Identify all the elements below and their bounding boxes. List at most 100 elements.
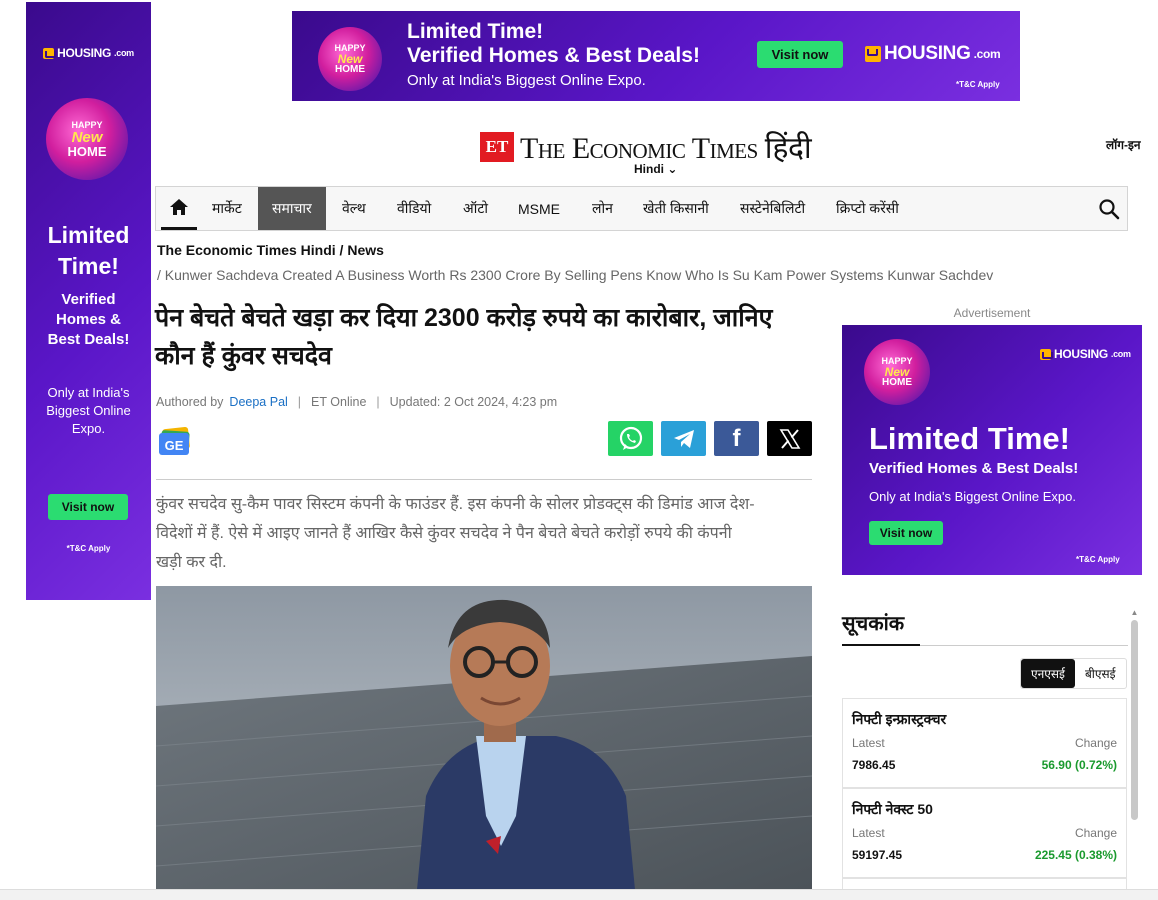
whatsapp-icon[interactable] [608, 421, 653, 456]
happy-new-home-badge: HAPPY New HOME [46, 98, 128, 180]
badge-line-2: New [337, 51, 363, 66]
scroll-up-arrow-icon[interactable]: ▲ [1130, 608, 1139, 617]
housing-logo-suffix: .com [1110, 349, 1131, 359]
facebook-glyph: f [732, 424, 741, 452]
author-link[interactable]: Deepa Pal [229, 395, 287, 409]
breadcrumb-section[interactable]: News [347, 242, 384, 258]
ad-headline: Limited Time! [47, 222, 130, 279]
article-summary: कुंवर सचदेव सु-कैम पावर सिस्टम कंपनी के … [156, 496, 755, 571]
top-banner-ad[interactable]: HAPPY New HOME Limited Time! Verified Ho… [292, 11, 1020, 101]
latest-label: Latest [852, 826, 885, 840]
exchange-tabs: एनएसई बीएसई [1020, 658, 1127, 689]
change-label: Change [1074, 826, 1117, 840]
article-hero-image [156, 586, 812, 900]
tc-apply: *T&C Apply [1076, 555, 1120, 564]
index-card[interactable]: निफ्टी इन्फ्रास्ट्रक्चर Latest Change 79… [842, 698, 1127, 788]
google-news-label: GE [165, 438, 184, 453]
tc-apply: *T&C Apply [66, 544, 111, 553]
banner-line-2: Verified Homes & Best Deals! [407, 44, 700, 67]
visit-now-button[interactable]: Visit now [48, 494, 128, 520]
login-link[interactable]: लॉग-इन [1106, 136, 1141, 153]
facebook-icon[interactable]: f [714, 421, 759, 456]
edition-selector[interactable]: Hindi ⌄ [634, 162, 677, 176]
ad-small-text: Only at India's Biggest Online Expo. [869, 489, 1076, 504]
visit-now-button[interactable]: Visit now [757, 41, 843, 68]
happy-new-home-badge: HAPPY New HOME [318, 27, 382, 91]
et-logo-box: ET [480, 131, 514, 162]
latest-value: 7986.45 [852, 758, 896, 772]
nav-item-auto[interactable]: ऑटो [463, 187, 488, 230]
banner-line-3: Only at India's Biggest Online Expo. [407, 72, 646, 89]
right-rectangle-ad[interactable]: HAPPY New HOME HOUSING .com Limited Time!… [842, 325, 1142, 575]
index-name: निफ्टी इन्फ्रास्ट्रक्चर [852, 711, 947, 727]
meta-divider: | [376, 395, 380, 409]
badge-line-2: New [884, 364, 910, 379]
nav-item-news[interactable]: समाचार [258, 187, 326, 230]
main-nav: मार्केट समाचार वेल्थ वीडियो ऑटो MSME लोन… [155, 186, 1128, 231]
google-news-icon[interactable]: GE [157, 426, 195, 457]
housing-house-icon [1040, 348, 1053, 360]
housing-logo-text: HOUSING [1054, 347, 1108, 361]
scrollbar-thumb[interactable] [1131, 620, 1138, 820]
indices-scrollbar[interactable]: ▲ [1130, 608, 1139, 900]
page-bottom-strip [0, 889, 1158, 900]
index-card[interactable]: निफ्टी नेक्स्ट 50 Latest Change 59197.45… [842, 788, 1127, 878]
article-meta: Authored by Deepa Pal | ET Online | Upda… [156, 395, 557, 409]
breadcrumb-separator: / [157, 267, 165, 283]
nav-item-msme[interactable]: MSME [518, 187, 560, 230]
badge-line-3: HOME [882, 376, 912, 388]
meta-divider: | [297, 395, 302, 409]
tab-nse[interactable]: एनएसई [1021, 659, 1075, 688]
ad-subheadline: Verified Homes & Best Deals! [47, 291, 130, 348]
breadcrumb-home[interactable]: The Economic Times Hindi [157, 242, 336, 258]
breadcrumb: The Economic Times Hindi / News [157, 242, 384, 258]
latest-value: 59197.45 [852, 848, 903, 862]
housing-logo: HOUSING .com [1040, 347, 1131, 361]
latest-label: Latest [852, 736, 885, 750]
article-source: ET Online [311, 395, 367, 409]
nav-item-crypto[interactable]: क्रिप्टो करेंसी [836, 187, 899, 230]
housing-logo-suffix: .com [973, 47, 1001, 61]
housing-logo: HOUSING .com [865, 43, 1001, 65]
tc-apply: *T&C Apply [956, 80, 1000, 89]
nav-item-video[interactable]: वीडियो [397, 187, 431, 230]
left-skyscraper-ad[interactable]: HOUSING .com HAPPY New HOME Limited Time!… [26, 2, 151, 600]
divider [156, 479, 812, 480]
visit-now-button[interactable]: Visit now [869, 521, 943, 545]
tab-bse[interactable]: बीएसई [1075, 659, 1126, 688]
indices-title: सूचकांक [842, 613, 905, 635]
nav-item-market[interactable]: मार्केट [212, 187, 242, 230]
updated-timestamp: Updated: 2 Oct 2024, 4:23 pm [389, 395, 558, 409]
site-logo[interactable]: ET The Economic Times हिंदी [480, 126, 812, 167]
housing-logo: HOUSING .com [26, 46, 151, 60]
housing-logo-text: HOUSING [884, 43, 971, 64]
article-headline: पेन बेचते बेचते खड़ा कर दिया 2300 करोड़ … [155, 304, 773, 370]
search-icon[interactable] [1097, 197, 1121, 221]
nav-item-farming[interactable]: खेती किसानी [643, 187, 709, 230]
nav-item-loan[interactable]: लोन [592, 187, 613, 230]
advertisement-label: Advertisement [953, 306, 1031, 320]
breadcrumb-current: / Kunwer Sachdeva Created A Business Wor… [157, 267, 993, 283]
happy-new-home-badge: HAPPY New HOME [864, 339, 930, 405]
badge-line-2: New [71, 128, 103, 146]
change-label: Change [1074, 736, 1117, 750]
nav-item-sustainability[interactable]: सस्टेनेबिलिटी [740, 187, 805, 230]
indices-title-underline [842, 644, 1128, 646]
badge-line-3: HOME [335, 63, 365, 75]
change-value: 56.90 (0.72%) [1041, 758, 1117, 772]
ad-small-text: Only at India's Biggest Online Expo. [46, 385, 131, 436]
telegram-icon[interactable] [661, 421, 706, 456]
ad-headline: Limited Time! [869, 421, 1070, 456]
housing-logo-text: HOUSING [57, 46, 112, 60]
home-icon[interactable] [161, 187, 197, 230]
site-name: The Economic Times हिंदी [520, 132, 812, 165]
index-name: निफ्टी नेक्स्ट 50 [852, 801, 933, 817]
x-icon[interactable] [767, 421, 812, 456]
ad-subheadline: Verified Homes & Best Deals! [869, 460, 1079, 477]
badge-line-3: HOME [67, 143, 107, 159]
chevron-down-icon: ⌄ [667, 162, 678, 176]
nav-item-wealth[interactable]: वेल्थ [342, 187, 366, 230]
breadcrumb-page: Kunwer Sachdeva Created A Business Worth… [164, 267, 994, 283]
banner-line-1: Limited Time! [407, 20, 544, 43]
housing-logo-suffix: .com [114, 48, 134, 58]
